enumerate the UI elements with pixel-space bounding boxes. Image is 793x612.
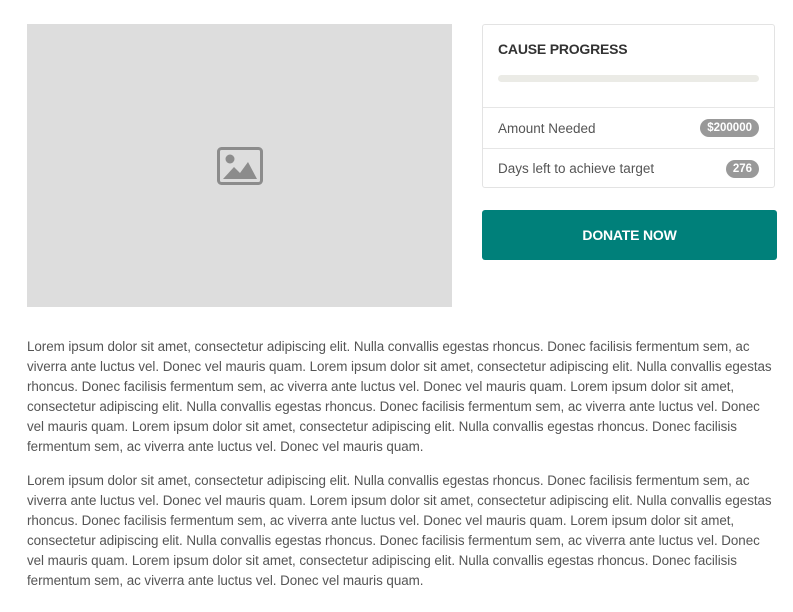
description-paragraph: Lorem ipsum dolor sit amet, consectetur … bbox=[27, 473, 772, 588]
donate-now-button[interactable]: DONATE NOW bbox=[482, 210, 777, 260]
cause-progress-header: CAUSE PROGRESS bbox=[483, 25, 774, 108]
cause-progress-bar bbox=[498, 75, 759, 82]
cause-detail-page: CAUSE PROGRESS Amount Needed $200000 Day… bbox=[0, 0, 793, 612]
description-paragraph: Lorem ipsum dolor sit amet, consectetur … bbox=[27, 339, 772, 454]
amount-needed-label: Amount Needed bbox=[498, 120, 596, 136]
days-left-label: Days left to achieve target bbox=[498, 161, 655, 176]
image-placeholder-icon bbox=[216, 146, 263, 185]
cause-image bbox=[27, 24, 452, 307]
amount-needed-badge: $200000 bbox=[700, 119, 759, 137]
days-left-row: Days left to achieve target 276 bbox=[483, 148, 774, 188]
cause-description: Lorem ipsum dolor sit amet, consectetur … bbox=[27, 337, 779, 605]
cause-progress-card: CAUSE PROGRESS Amount Needed $200000 Day… bbox=[482, 24, 775, 188]
days-left-badge: 276 bbox=[725, 159, 759, 178]
cause-progress-title: CAUSE PROGRESS bbox=[498, 41, 628, 57]
amount-needed-row: Amount Needed $200000 bbox=[483, 108, 774, 148]
